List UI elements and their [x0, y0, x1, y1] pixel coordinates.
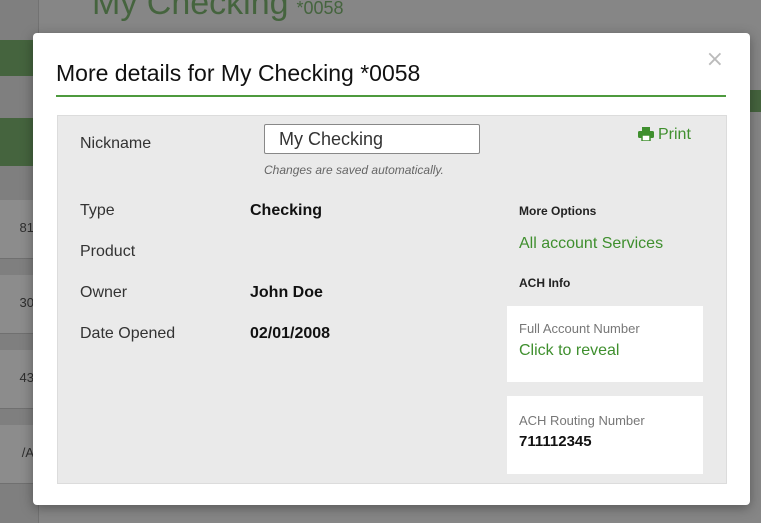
owner-label: Owner: [80, 284, 128, 301]
date-opened-value: 02/01/2008: [250, 325, 331, 342]
owner-value: John Doe: [250, 284, 323, 301]
more-options-heading: More Options: [519, 204, 597, 218]
full-account-number-label: Full Account Number: [519, 321, 640, 336]
printer-icon: [638, 127, 654, 142]
routing-number-label: ACH Routing Number: [519, 413, 645, 428]
nickname-input[interactable]: [264, 124, 480, 154]
autosave-hint: Changes are saved automatically.: [264, 163, 444, 177]
type-label: Type: [80, 202, 115, 219]
account-details-modal: More details for My Checking *0058 × Nic…: [33, 33, 750, 505]
details-panel: Nickname Changes are saved automatically…: [57, 115, 727, 484]
modal-title: More details for My Checking *0058: [56, 60, 421, 86]
ach-info-heading: ACH Info: [519, 276, 571, 290]
reveal-account-link[interactable]: Click to reveal: [519, 342, 619, 360]
print-label: Print: [658, 126, 691, 143]
routing-number-card: ACH Routing Number 711112345: [507, 396, 703, 474]
print-button[interactable]: Print: [638, 126, 691, 144]
product-label: Product: [80, 243, 136, 260]
title-divider: [56, 95, 726, 97]
routing-number-value: 711112345: [519, 433, 592, 450]
nickname-label: Nickname: [80, 135, 152, 152]
close-icon[interactable]: ×: [706, 49, 724, 71]
all-account-services-link[interactable]: All account Services: [519, 235, 663, 253]
date-opened-label: Date Opened: [80, 325, 176, 342]
type-value: Checking: [250, 202, 323, 219]
full-account-number-card: Full Account Number Click to reveal: [507, 306, 703, 382]
